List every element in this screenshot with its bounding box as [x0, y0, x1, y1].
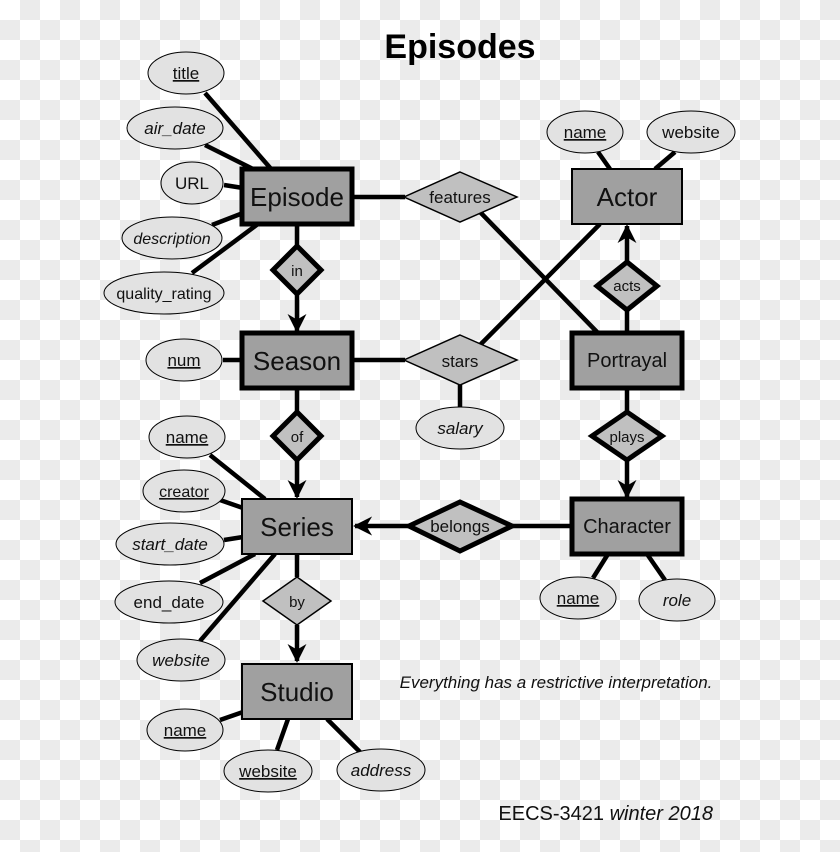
- attribute-studio-website-label: website: [238, 762, 297, 781]
- relationship-features[interactable]: features: [402, 171, 519, 223]
- edge-studio-name: [219, 709, 244, 723]
- attribute-episode-title[interactable]: title: [147, 51, 225, 95]
- relationship-features-label: features: [429, 188, 490, 207]
- attribute-episode-description[interactable]: description: [121, 216, 223, 260]
- relationship-stars-label: stars: [442, 352, 479, 371]
- entity-series-label: Series: [260, 512, 334, 542]
- footer-term: winter: [610, 803, 665, 825]
- relationship-acts-label: acts: [613, 278, 641, 295]
- edge-episode-air-date: [203, 142, 257, 173]
- edge-actor-website: [653, 150, 677, 171]
- entity-studio-label: Studio: [260, 677, 334, 707]
- edge-studio-website: [274, 718, 291, 751]
- attribute-series-start-date-label: start_date: [132, 535, 208, 554]
- relationship-belongs-label: belongs: [430, 517, 490, 536]
- edge-series-creator: [219, 497, 244, 511]
- relationship-in-label: in: [291, 263, 303, 280]
- attribute-series-creator[interactable]: creator: [142, 469, 226, 513]
- attribute-stars-salary-label: salary: [437, 419, 484, 438]
- edge-actor-name: [596, 150, 612, 171]
- attribute-studio-address-label: address: [351, 761, 412, 780]
- attribute-series-end-date[interactable]: end_date: [114, 580, 224, 624]
- relationship-belongs[interactable]: belongs: [403, 499, 518, 554]
- edge-stars-actor: [478, 222, 602, 347]
- attribute-character-role-label: role: [663, 591, 691, 610]
- attribute-stars-salary[interactable]: salary: [415, 406, 505, 450]
- relationship-by[interactable]: by: [261, 576, 333, 626]
- relationship-by-label: by: [289, 594, 305, 611]
- entity-episode[interactable]: Episode: [239, 166, 355, 227]
- edge-series-start-date: [223, 534, 244, 543]
- attribute-episode-quality-rating[interactable]: quality_rating: [103, 271, 225, 315]
- attribute-actor-website-label: website: [661, 123, 720, 142]
- footer-year: 2018: [668, 803, 714, 825]
- interpretation-note: Everything has a restrictive interpretat…: [400, 673, 713, 692]
- attribute-episode-description-label: description: [133, 231, 210, 248]
- attribute-season-num[interactable]: num: [145, 338, 223, 382]
- entity-actor-label: Actor: [597, 182, 658, 212]
- footer-credit: EECS-3421 winter 2018: [498, 803, 713, 825]
- entity-portrayal[interactable]: Portrayal: [569, 330, 685, 391]
- relationship-plays-label: plays: [609, 429, 644, 446]
- attribute-series-name[interactable]: name: [148, 415, 226, 459]
- diagram-title: Episodes: [384, 28, 535, 66]
- relationship-of[interactable]: of: [269, 408, 325, 464]
- attribute-studio-website[interactable]: website: [223, 749, 313, 793]
- relationship-acts[interactable]: acts: [592, 258, 662, 314]
- edge-character-role: [645, 552, 667, 582]
- attribute-episode-url-label: URL: [175, 174, 209, 193]
- attribute-episode-url[interactable]: URL: [160, 161, 224, 205]
- entity-series[interactable]: Series: [241, 498, 353, 555]
- attribute-episode-title-label: title: [173, 64, 199, 83]
- attribute-studio-name-label: name: [164, 721, 207, 740]
- er-diagram: Episodes Episode Season Series Studio Ac…: [103, 28, 736, 825]
- attribute-series-name-label: name: [166, 428, 209, 447]
- attribute-actor-name-label: name: [564, 123, 607, 142]
- attribute-series-end-date-label: end_date: [134, 593, 205, 612]
- attribute-actor-website[interactable]: website: [646, 110, 736, 154]
- entity-season-label: Season: [253, 346, 341, 376]
- attribute-episode-quality-rating-label: quality_rating: [116, 286, 211, 303]
- attribute-series-website[interactable]: website: [136, 638, 226, 682]
- attribute-season-num-label: num: [167, 351, 200, 370]
- attribute-series-start-date[interactable]: start_date: [115, 522, 225, 566]
- entity-actor[interactable]: Actor: [571, 168, 683, 225]
- attribute-series-website-label: website: [152, 651, 210, 670]
- relationship-of-label: of: [291, 429, 304, 446]
- relationship-stars[interactable]: stars: [402, 334, 519, 386]
- entity-portrayal-label: Portrayal: [587, 350, 667, 372]
- attribute-studio-name[interactable]: name: [146, 708, 224, 752]
- attribute-studio-address[interactable]: address: [336, 748, 426, 792]
- attribute-actor-name[interactable]: name: [546, 110, 624, 154]
- attribute-episode-air-date-label: air_date: [144, 119, 205, 138]
- relationship-plays[interactable]: plays: [587, 408, 667, 464]
- entity-character-label: Character: [583, 516, 671, 538]
- entity-character[interactable]: Character: [569, 496, 685, 557]
- entity-studio[interactable]: Studio: [241, 663, 353, 720]
- edge-character-name: [591, 552, 610, 580]
- edge-episode-description: [211, 210, 244, 228]
- entity-episode-label: Episode: [250, 182, 344, 212]
- edge-features-portrayal: [478, 210, 600, 335]
- footer-course: EECS-3421: [498, 803, 604, 825]
- attribute-character-name-label: name: [557, 589, 600, 608]
- attribute-character-role[interactable]: role: [638, 578, 716, 622]
- attribute-series-creator-label: creator: [159, 484, 209, 501]
- entity-season[interactable]: Season: [239, 330, 355, 391]
- attribute-episode-air-date[interactable]: air_date: [126, 106, 224, 150]
- attribute-character-name[interactable]: name: [539, 576, 617, 620]
- edge-studio-address: [325, 717, 362, 754]
- relationship-in[interactable]: in: [269, 242, 325, 298]
